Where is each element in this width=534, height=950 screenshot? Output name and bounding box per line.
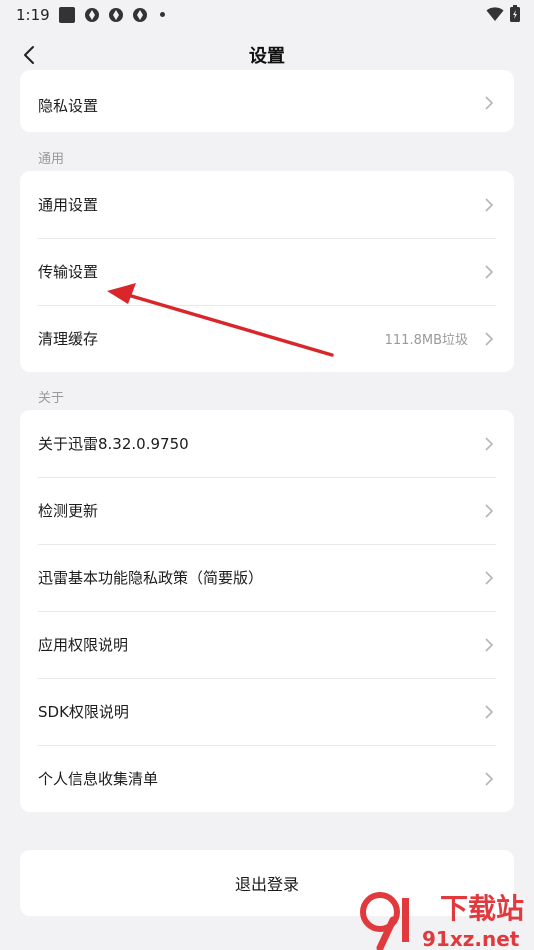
about-card: 关于迅雷8.32.0.9750 检测更新 迅雷基本功能隐私政策（简要版） 应用权… xyxy=(20,410,514,812)
row-label: 通用设置 xyxy=(38,196,99,214)
row-label: SDK权限说明 xyxy=(38,703,129,721)
row-privacy-policy[interactable]: 迅雷基本功能隐私政策（简要版） xyxy=(20,544,514,611)
row-about-app[interactable]: 关于迅雷8.32.0.9750 xyxy=(20,410,514,477)
chevron-right-icon xyxy=(485,570,494,585)
app-notification-icon xyxy=(109,8,123,22)
cache-size-value: 111.8MB垃圾 xyxy=(384,333,468,348)
status-bar: 1:19 xyxy=(0,0,534,30)
chevron-right-icon xyxy=(485,331,494,346)
row-general-settings[interactable]: 通用设置 xyxy=(20,171,514,238)
row-check-update[interactable]: 检测更新 xyxy=(20,477,514,544)
row-label: 应用权限说明 xyxy=(38,636,129,654)
watermark-logo: 下载站 91xz.net xyxy=(360,892,524,950)
privacy-card: 隐私设置 xyxy=(20,70,514,132)
wifi-icon xyxy=(486,6,504,21)
app-notification-icon xyxy=(85,8,99,22)
notification-icon xyxy=(59,7,75,23)
app-notification-icon xyxy=(133,8,147,22)
row-sdk-permissions[interactable]: SDK权限说明 xyxy=(20,678,514,745)
row-app-permissions[interactable]: 应用权限说明 xyxy=(20,611,514,678)
watermark-domain: 91xz.net xyxy=(422,927,520,950)
chevron-right-icon xyxy=(485,96,494,110)
page-title: 设置 xyxy=(249,46,285,67)
watermark-brand: 下载站 xyxy=(440,892,524,925)
chevron-right-icon xyxy=(485,197,494,212)
chevron-right-icon xyxy=(485,503,494,518)
row-personal-info-list[interactable]: 个人信息收集清单 xyxy=(20,745,514,812)
more-notifications-icon xyxy=(160,12,165,17)
chevron-right-icon xyxy=(485,264,494,279)
row-label: 检测更新 xyxy=(38,502,99,520)
row-label: 清理缓存 xyxy=(38,330,99,348)
chevron-right-icon xyxy=(485,771,494,786)
chevron-right-icon xyxy=(485,436,494,451)
chevron-right-icon xyxy=(485,704,494,719)
row-label: 关于迅雷8.32.0.9750 xyxy=(38,435,189,453)
section-label-general: 通用 xyxy=(38,152,65,167)
row-clear-cache[interactable]: 清理缓存 111.8MB垃圾 xyxy=(20,305,514,372)
row-label: 个人信息收集清单 xyxy=(38,770,159,788)
section-label-about: 关于 xyxy=(38,391,65,406)
battery-icon xyxy=(510,5,520,22)
chevron-right-icon xyxy=(485,637,494,652)
row-privacy-settings[interactable]: 隐私设置 xyxy=(20,70,514,132)
general-card: 通用设置 传输设置 清理缓存 111.8MB垃圾 xyxy=(20,171,514,372)
row-label: 传输设置 xyxy=(38,263,99,281)
row-label: 迅雷基本功能隐私政策（简要版） xyxy=(38,569,264,587)
status-time: 1:19 xyxy=(16,6,50,24)
row-transfer-settings[interactable]: 传输设置 xyxy=(20,238,514,305)
row-label: 隐私设置 xyxy=(38,96,99,115)
